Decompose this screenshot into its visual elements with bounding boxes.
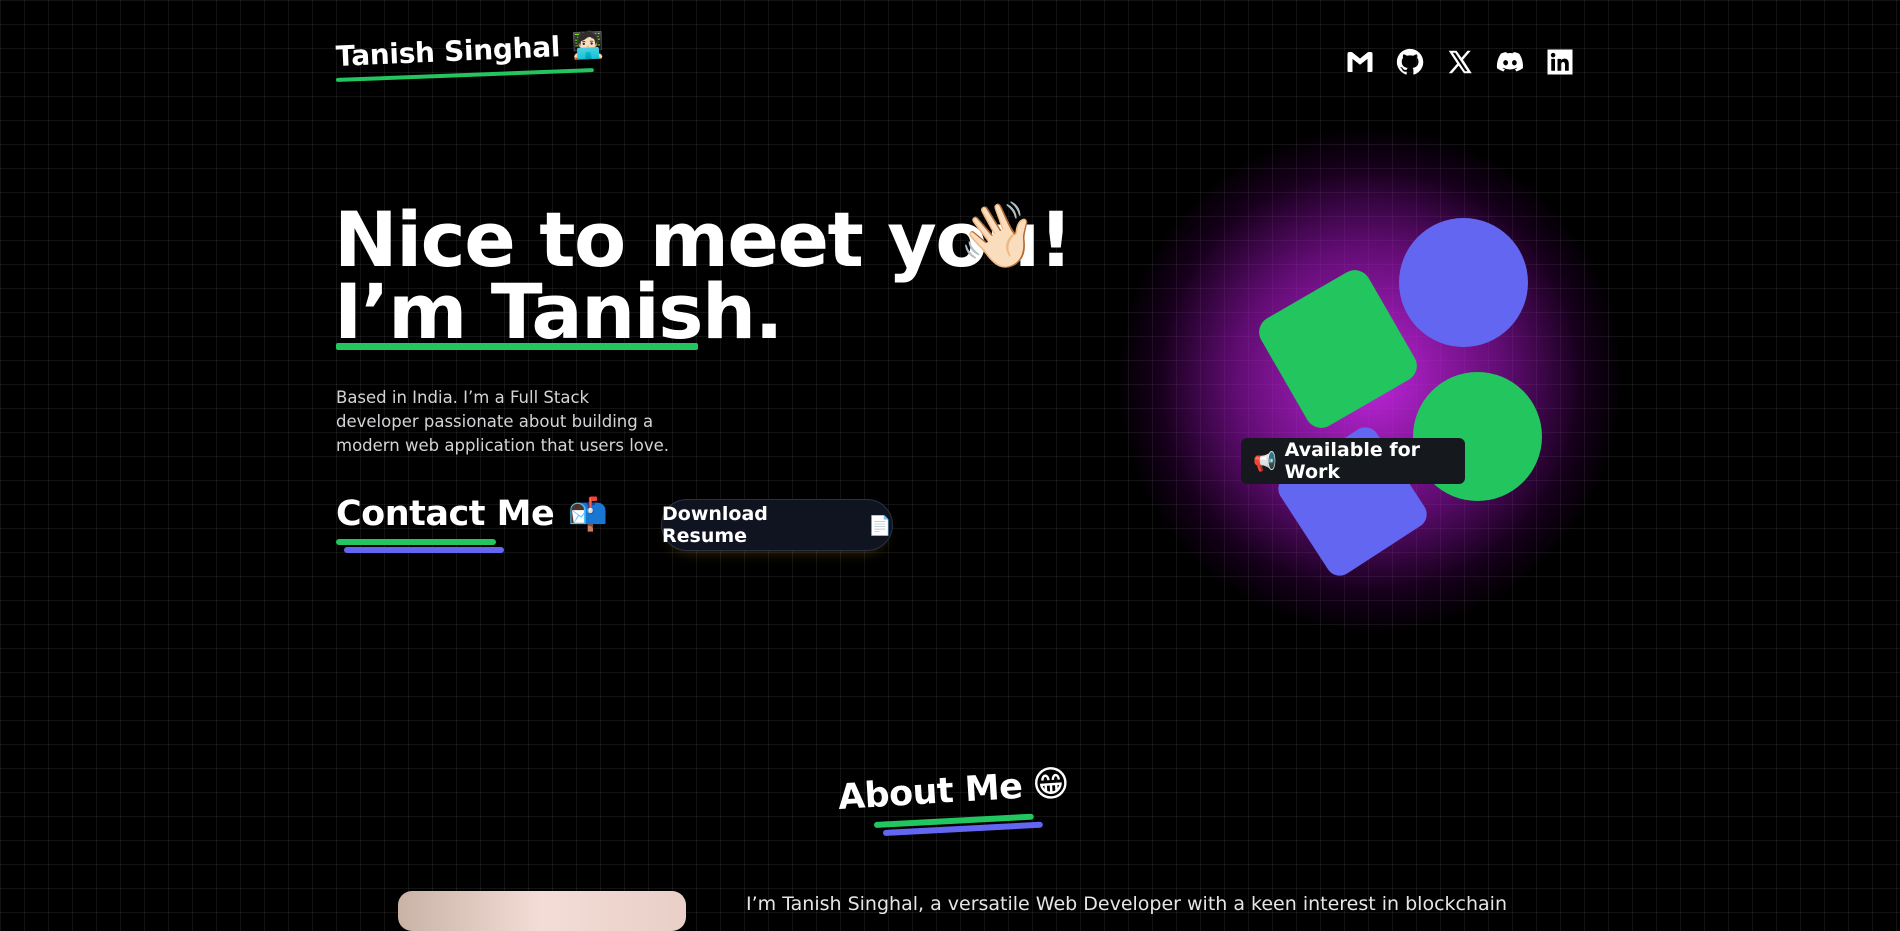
document-emoji: 📄 — [868, 514, 892, 537]
logo-text: Tanish Singhal — [335, 30, 561, 73]
megaphone-emoji: 📢 — [1253, 450, 1277, 473]
indigo-circle-shape — [1399, 218, 1528, 347]
discord-icon[interactable] — [1495, 47, 1525, 77]
about-text: I’m Tanish Singhal, a versatile Web Deve… — [746, 893, 1507, 915]
waving-hand-emoji: 👋🏻 — [958, 199, 1038, 273]
contact-underline-indigo — [344, 547, 504, 553]
grinning-emoji: 😁 — [1030, 762, 1071, 807]
profile-photo — [398, 891, 686, 931]
linkedin-icon[interactable] — [1545, 47, 1575, 77]
availability-label: Available for Work — [1284, 439, 1421, 483]
about-heading: About Me 😁 — [837, 763, 1071, 818]
intro-text: Based in India. I’m a Full Stack develop… — [336, 388, 670, 455]
x-icon[interactable] — [1445, 47, 1475, 77]
download-resume-button[interactable]: Download Resume 📄 — [661, 499, 893, 551]
contact-me-label: Contact Me — [336, 494, 555, 534]
contact-underline-green — [336, 539, 496, 545]
social-links — [1345, 47, 1575, 77]
site-logo[interactable]: Tanish Singhal 🧑🏻‍💻 — [335, 28, 605, 73]
availability-badge: 📢 Available for Work — [1241, 438, 1465, 484]
github-icon[interactable] — [1395, 47, 1425, 77]
hero-name: I’m Tanish. — [334, 267, 784, 356]
mailbox-emoji: 📬 — [568, 495, 609, 533]
contact-me-link[interactable]: Contact Me 📬 — [336, 494, 608, 534]
about-title: About Me — [836, 766, 1024, 818]
hero-name-underline — [336, 343, 698, 350]
gmail-icon[interactable] — [1345, 47, 1375, 77]
technologist-emoji: 🧑🏻‍💻 — [571, 29, 606, 62]
download-resume-label: Download Resume — [662, 503, 768, 547]
